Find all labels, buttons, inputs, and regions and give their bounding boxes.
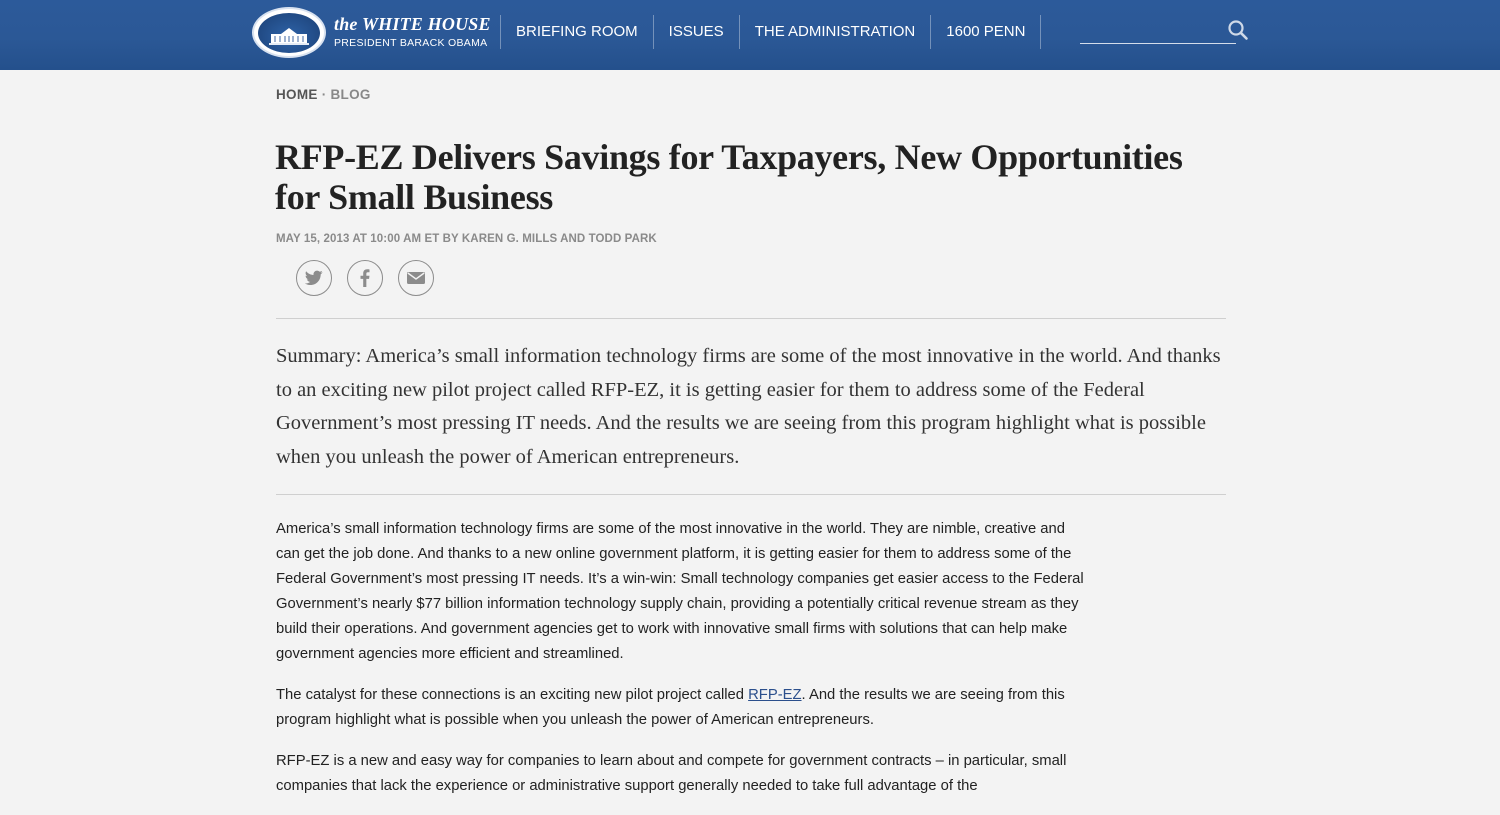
body-paragraph: America’s small information technology f… bbox=[276, 521, 1084, 662]
body-paragraph: RFP-EZ is a new and easy way for compani… bbox=[276, 753, 1067, 794]
white-house-seal-logo[interactable] bbox=[252, 7, 326, 58]
main-nav: BRIEFING ROOM ISSUES THE ADMINISTRATION … bbox=[500, 15, 1042, 49]
paragraph-text: The catalyst for these connections is an… bbox=[276, 687, 749, 703]
divider bbox=[276, 318, 1226, 319]
rfp-ez-link[interactable]: RFP-EZ bbox=[748, 687, 801, 703]
white-house-building-icon bbox=[269, 27, 309, 45]
share-email-button[interactable] bbox=[398, 260, 434, 296]
divider bbox=[276, 494, 1226, 495]
search-icon[interactable] bbox=[1227, 19, 1249, 41]
nav-the-administration[interactable]: THE ADMINISTRATION bbox=[738, 15, 931, 49]
logo-subtitle: PRESIDENT BARACK OBAMA bbox=[334, 37, 488, 49]
facebook-icon bbox=[360, 269, 370, 287]
breadcrumb-separator: · bbox=[321, 87, 327, 102]
nav-briefing-room[interactable]: BRIEFING ROOM bbox=[500, 15, 653, 49]
nav-issues[interactable]: ISSUES bbox=[652, 15, 739, 49]
site-header: the WHITE HOUSE PRESIDENT BARACK OBAMA B… bbox=[0, 0, 1500, 70]
search-input[interactable] bbox=[1080, 43, 1236, 44]
article-summary: Summary: America’s small information tec… bbox=[276, 345, 1221, 468]
share-facebook-button[interactable] bbox=[347, 260, 383, 296]
email-icon bbox=[407, 272, 425, 284]
breadcrumb-blog[interactable]: BLOG bbox=[331, 87, 371, 102]
article-meta: MAY 15, 2013 AT 10:00 AM ET BY KAREN G. … bbox=[276, 233, 657, 245]
breadcrumb: HOME · BLOG bbox=[276, 87, 371, 102]
article-title: RFP-EZ Delivers Savings for Taxpayers, N… bbox=[275, 137, 1183, 217]
logo-title: the WHITE HOUSE bbox=[334, 14, 491, 34]
nav-1600-penn[interactable]: 1600 PENN bbox=[930, 15, 1042, 49]
share-twitter-button[interactable] bbox=[296, 260, 332, 296]
body-paragraph: The catalyst for these connections is an… bbox=[276, 683, 1086, 733]
breadcrumb-home[interactable]: HOME bbox=[276, 87, 318, 102]
share-buttons bbox=[296, 260, 434, 296]
article-body: America’s small information technology f… bbox=[276, 517, 1086, 815]
site-logo-text[interactable]: the WHITE HOUSE PRESIDENT BARACK OBAMA bbox=[334, 14, 491, 50]
twitter-icon bbox=[305, 270, 323, 286]
